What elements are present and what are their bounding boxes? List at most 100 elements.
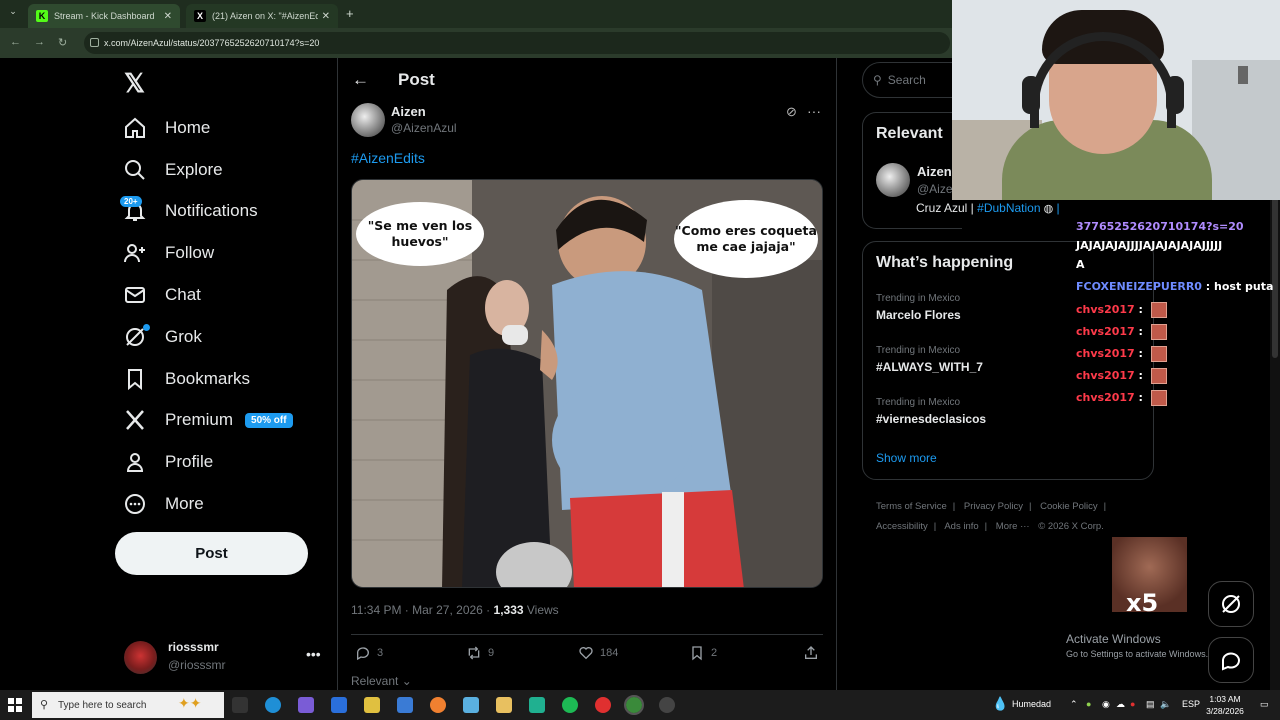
sidebar-item-follow[interactable]: Follow xyxy=(113,232,333,274)
avatar[interactable] xyxy=(351,103,385,137)
outlook-icon[interactable] xyxy=(331,697,347,713)
chat-message: FCOXENEIZEPUERR0 : host puta xyxy=(1076,280,1273,293)
network-icon[interactable]: ▤ xyxy=(1146,699,1155,710)
sidebar-item-explore[interactable]: Explore xyxy=(113,149,333,191)
footer-link-privacy[interactable]: Privacy Policy xyxy=(964,501,1023,512)
chat-username: chvs2017 xyxy=(1076,303,1135,316)
forward-arrow-icon[interactable]: → xyxy=(34,36,45,48)
author-handle[interactable]: @AizenAzul xyxy=(391,121,457,135)
sidebar-item-label: Notifications xyxy=(165,201,258,221)
url-field[interactable]: x.com/AizenAzul/status/20377652526207101… xyxy=(84,32,950,54)
sidebar-item-premium[interactable]: Premium 50% off xyxy=(113,400,333,442)
vscode-icon[interactable] xyxy=(397,697,413,713)
tray-app-icon[interactable]: ● xyxy=(1130,699,1135,709)
grok-fab-button[interactable] xyxy=(1208,581,1254,627)
sidebar-item-label: Home xyxy=(165,117,211,137)
weather-text[interactable]: Humedad xyxy=(1012,699,1051,709)
chat-message: chvs2017 : xyxy=(1076,324,1167,340)
copilot-icon[interactable] xyxy=(298,697,314,713)
globe-icon: ◍ xyxy=(1040,203,1054,215)
chrome-icon[interactable] xyxy=(624,695,644,715)
x-logo-icon[interactable]: 𝕏 xyxy=(124,68,145,99)
windows-start-icon[interactable] xyxy=(8,698,22,712)
footer-link-more[interactable]: More ··· xyxy=(996,521,1030,532)
close-icon[interactable]: ✕ xyxy=(164,11,172,22)
weather-icon[interactable]: 💧 xyxy=(992,696,1008,712)
windows-taskbar: ⚲ Type here to search ✦✦ 💧 Humedad ⌃ ● ◉… xyxy=(0,690,1280,720)
notification-center-icon[interactable]: ▭ xyxy=(1260,699,1269,710)
app-icon[interactable] xyxy=(529,697,545,713)
search-icon: ⚲ xyxy=(40,699,49,711)
sidebar-item-profile[interactable]: Profile xyxy=(113,441,333,483)
firefox-icon[interactable] xyxy=(430,697,446,713)
footer-link-accessibility[interactable]: Accessibility xyxy=(876,521,928,532)
trend-item[interactable]: Trending in Mexico Marcelo Flores xyxy=(876,293,961,322)
tray-chevron-icon[interactable]: ⌃ xyxy=(1070,699,1078,710)
show-more-link[interactable]: Show more xyxy=(876,451,937,465)
taskbar-search-input[interactable]: ⚲ Type here to search ✦✦ xyxy=(32,692,224,718)
post-author: Aizen @AizenAzul ⊘ ··· xyxy=(351,103,826,139)
messages-fab-button[interactable] xyxy=(1208,637,1254,683)
tab-search-chevron-icon[interactable]: ⌄ xyxy=(6,6,20,20)
x-favicon-icon: X xyxy=(194,10,206,22)
store-icon[interactable] xyxy=(364,697,380,713)
author-name[interactable]: Aizen xyxy=(391,104,426,119)
avatar[interactable] xyxy=(876,163,910,197)
grok-explain-icon[interactable]: ⊘ xyxy=(786,104,797,120)
post-timestamp[interactable]: 11:34 PM · Mar 27, 2026 · xyxy=(351,603,494,617)
account-switcher[interactable]: riosssmr @riosssmr ••• xyxy=(124,638,324,678)
share-button[interactable] xyxy=(803,645,825,661)
tab-kick-dashboard[interactable]: K Stream - Kick Dashboard ✕ xyxy=(28,4,180,28)
reload-icon[interactable]: ↻ xyxy=(58,36,67,49)
back-arrow-icon[interactable]: ← xyxy=(352,70,369,90)
sidebar-item-chat[interactable]: Chat xyxy=(113,274,333,316)
volume-icon[interactable]: 🔈 xyxy=(1160,699,1171,710)
sidebar-item-notifications[interactable]: Notifications xyxy=(113,191,333,233)
footer-link-cookie[interactable]: Cookie Policy xyxy=(1040,501,1098,512)
task-view-icon[interactable] xyxy=(232,697,248,713)
footer-link-tos[interactable]: Terms of Service xyxy=(876,501,947,512)
bio-hashtag[interactable]: #DubNation xyxy=(977,201,1040,215)
sidebar-item-home[interactable]: Home xyxy=(113,107,333,149)
sidebar-item-more[interactable]: More xyxy=(113,483,333,525)
language-indicator[interactable]: ESP xyxy=(1182,699,1200,709)
obs-icon[interactable] xyxy=(659,697,675,713)
spotify-icon[interactable] xyxy=(562,697,578,713)
sidebar-item-grok[interactable]: Grok xyxy=(113,316,333,358)
footer-link-ads[interactable]: Ads info xyxy=(944,521,978,532)
tray-app-icon[interactable]: ☁ xyxy=(1116,699,1125,710)
tray-app-icon[interactable]: ● xyxy=(1086,699,1091,709)
search-icon xyxy=(125,159,145,180)
close-icon[interactable]: ✕ xyxy=(322,11,330,22)
trend-item[interactable]: Trending in Mexico #ALWAYS_WITH_7 xyxy=(876,345,983,374)
taskbar-clock[interactable]: 1:03 AM 3/28/2026 xyxy=(1200,693,1250,717)
more-dots-icon[interactable]: ••• xyxy=(306,646,321,662)
repost-button[interactable]: 9 xyxy=(466,645,494,661)
site-info-icon[interactable] xyxy=(90,38,99,47)
url-text: x.com/AizenAzul/status/20377652526207101… xyxy=(104,38,320,48)
post-hashtag[interactable]: #AizenEdits xyxy=(351,150,425,166)
edge-icon[interactable] xyxy=(265,697,281,713)
reply-sort-dropdown[interactable]: Relevant ⌄ xyxy=(351,674,412,688)
tray-app-icon[interactable]: ◉ xyxy=(1102,699,1110,710)
post-button[interactable]: Post xyxy=(115,532,308,575)
new-tab-plus-icon[interactable]: + xyxy=(346,6,354,21)
more-dots-icon[interactable]: ··· xyxy=(807,103,821,119)
post-image[interactable]: "Se me ven los huevos" "Como eres coquet… xyxy=(351,179,823,588)
opera-icon[interactable] xyxy=(595,697,611,713)
back-arrow-icon[interactable]: ← xyxy=(10,36,21,48)
premium-discount-badge: 50% off xyxy=(245,412,293,428)
sidebar-item-bookmarks[interactable]: Bookmarks xyxy=(113,358,333,400)
tab-x-post[interactable]: X (21) Aizen on X: "#AizenEdits h ✕ xyxy=(186,4,338,28)
reply-button[interactable]: 3 xyxy=(355,645,383,661)
trend-item[interactable]: Trending in Mexico #viernesdeclasicos xyxy=(876,397,986,426)
bookmark-button[interactable]: 2 xyxy=(689,645,717,661)
chat-username: chvs2017 xyxy=(1076,369,1135,382)
file-explorer-icon[interactable] xyxy=(496,697,512,713)
relevant-handle[interactable]: @Aize xyxy=(917,182,953,196)
like-button[interactable]: 184 xyxy=(578,645,618,661)
app-icon[interactable] xyxy=(463,697,479,713)
chat-message: chvs2017 : xyxy=(1076,368,1167,384)
x-icon xyxy=(126,410,144,431)
relevant-name[interactable]: Aizen xyxy=(917,164,952,179)
